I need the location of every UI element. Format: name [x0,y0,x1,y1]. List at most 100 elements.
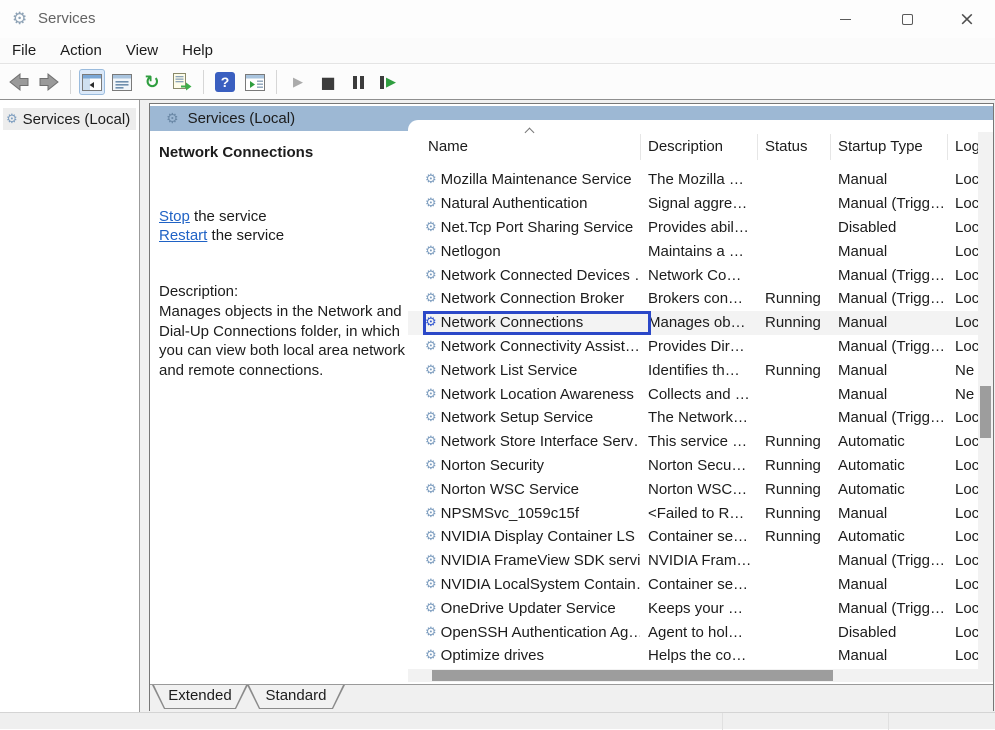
export-list-button[interactable] [169,69,195,95]
table-row[interactable]: ⚙ Network Setup Service The Network… Man… [408,406,978,430]
service-name: Netlogon [441,243,501,260]
vertical-scrollbar[interactable] [978,132,993,682]
horizontal-scrollbar-thumb[interactable] [432,670,833,681]
tab-standard[interactable]: Standard [247,685,345,709]
table-row[interactable]: ⚙ Norton WSC Service Norton WSC… Running… [408,477,978,501]
forward-arrow-icon [37,70,61,94]
service-status: Running [757,528,830,545]
column-divider[interactable] [757,134,758,160]
service-name: NVIDIA Display Container LS [441,528,635,545]
help-icon: ? [215,72,235,92]
show-console-tree-button[interactable] [79,69,105,95]
service-description: Provides Dir… [640,338,757,355]
table-row[interactable]: ⚙ Norton Security Norton Secu… Running A… [408,454,978,478]
table-row[interactable]: ⚙ Network Store Interface Serv… This ser… [408,430,978,454]
menu-action[interactable]: Action [48,40,114,61]
pause-service-button[interactable] [345,69,371,95]
service-name-cell: ⚙ NVIDIA FrameView SDK servi… [408,552,640,569]
selection-focus-border [423,311,651,335]
service-name: Network Location Awareness [441,386,634,403]
service-description: Norton WSC… [640,481,757,498]
column-divider[interactable] [640,134,641,160]
service-name: NVIDIA FrameView SDK servi… [441,552,640,569]
menu-view[interactable]: View [114,40,170,61]
service-startup-type: Manual [830,505,947,522]
service-log-on-as: Loc [947,409,978,426]
column-header-startup-type[interactable]: Startup Type [838,138,923,155]
column-divider[interactable] [830,134,831,160]
close-button[interactable]: × [944,0,990,38]
service-name: Mozilla Maintenance Service [441,171,632,188]
table-row[interactable]: ⚙ Netlogon Maintains a … Manual Loc [408,239,978,263]
column-divider[interactable] [947,134,948,160]
service-gear-icon: ⚙ [425,220,437,235]
minimize-button[interactable] [822,0,868,38]
menu-help[interactable]: Help [170,40,225,61]
menu-file[interactable]: File [4,40,48,61]
service-name-cell: ⚙ OneDrive Updater Service [408,600,640,617]
service-name-cell: ⚙ Netlogon [408,243,640,260]
restart-service-link[interactable]: Restart [159,227,207,244]
table-row[interactable]: ⚙ OpenSSH Authentication Ag… Agent to ho… [408,620,978,644]
column-header-log-on-as[interactable]: Log [955,138,980,155]
restart-service-button[interactable]: ▶ [375,69,401,95]
menu-bar: File Action View Help [0,38,995,64]
table-row[interactable]: ⚙ NPSMSvc_1059c15f <Failed to R… Running… [408,501,978,525]
service-log-on-as: Loc [947,457,978,474]
service-startup-type: Automatic [830,457,947,474]
stop-service-link[interactable]: Stop [159,208,190,225]
horizontal-scrollbar[interactable] [408,669,978,682]
services-app-icon: ⚙ [12,9,27,29]
table-row[interactable]: ⚙ Network Connectivity Assist… Provides … [408,335,978,359]
column-header-name[interactable]: Name [428,138,468,155]
table-row[interactable]: ⚙ NVIDIA FrameView SDK servi… NVIDIA Fra… [408,549,978,573]
table-row[interactable]: ⚙ Mozilla Maintenance Service The Mozill… [408,168,978,192]
stop-service-button[interactable]: ■ [315,69,341,95]
table-row[interactable]: ⚙ Network Connection Broker Brokers con…… [408,287,978,311]
refresh-button[interactable]: ↻ [139,69,165,95]
service-log-on-as: Loc [947,528,978,545]
column-header-status[interactable]: Status [765,138,808,155]
back-button[interactable] [6,69,32,95]
service-gear-icon: ⚙ [425,172,437,187]
table-row[interactable]: ⚙ Network Location Awareness Collects an… [408,382,978,406]
service-name-cell: ⚙ Network Connected Devices … [408,267,640,284]
table-row[interactable]: ⚙ NVIDIA Display Container LS Container … [408,525,978,549]
show-action-pane-button[interactable] [242,69,268,95]
service-name-cell: ⚙ Optimize drives [408,647,640,664]
start-service-button[interactable]: ▶ [285,69,311,95]
table-row[interactable]: ⚙ OneDrive Updater Service Keeps your … … [408,596,978,620]
table-row[interactable]: ⚙ Network Connections Manages ob… Runnin… [408,311,978,335]
maximize-button[interactable] [884,0,930,38]
service-gear-icon: ⚙ [425,553,437,568]
service-startup-type: Manual (Trigg… [830,290,947,307]
help-button[interactable]: ? [212,69,238,95]
service-status: Running [757,433,830,450]
service-startup-type: Manual (Trigg… [830,600,947,617]
tab-extended[interactable]: Extended [152,685,248,709]
vertical-scrollbar-thumb[interactable] [980,386,991,438]
service-status: Running [757,290,830,307]
table-row[interactable]: ⚙ NVIDIA LocalSystem Contain… Container … [408,573,978,597]
table-row[interactable]: ⚙ Natural Authentication Signal aggre… M… [408,192,978,216]
console-tree-icon [82,74,102,91]
service-gear-icon: ⚙ [425,387,437,402]
service-name-cell: ⚙ Network Connectivity Assist… [408,338,640,355]
service-name-cell: ⚙ Norton WSC Service [408,481,640,498]
properties-button[interactable] [109,69,135,95]
table-row[interactable]: ⚙ Net.Tcp Port Sharing Service Provides … [408,216,978,240]
tab-extended-label: Extended [152,685,248,707]
service-gear-icon: ⚙ [425,458,437,473]
toolbar-separator [203,70,204,94]
table-row[interactable]: ⚙ Network List Service Identifies th… Ru… [408,358,978,382]
table-row[interactable]: ⚙ Optimize drives Helps the co… Manual L… [408,644,978,668]
forward-button[interactable] [36,69,62,95]
tree-item-services-local[interactable]: ⚙ Services (Local) [3,108,136,130]
service-log-on-as: Loc [947,171,978,188]
selected-service-title: Network Connections [159,144,313,161]
column-header-description[interactable]: Description [648,138,723,155]
service-name: NVIDIA LocalSystem Contain… [441,576,640,593]
table-row[interactable]: ⚙ Network Connected Devices … Network Co… [408,263,978,287]
service-description: Network Co… [640,267,757,284]
close-icon: × [959,10,975,29]
